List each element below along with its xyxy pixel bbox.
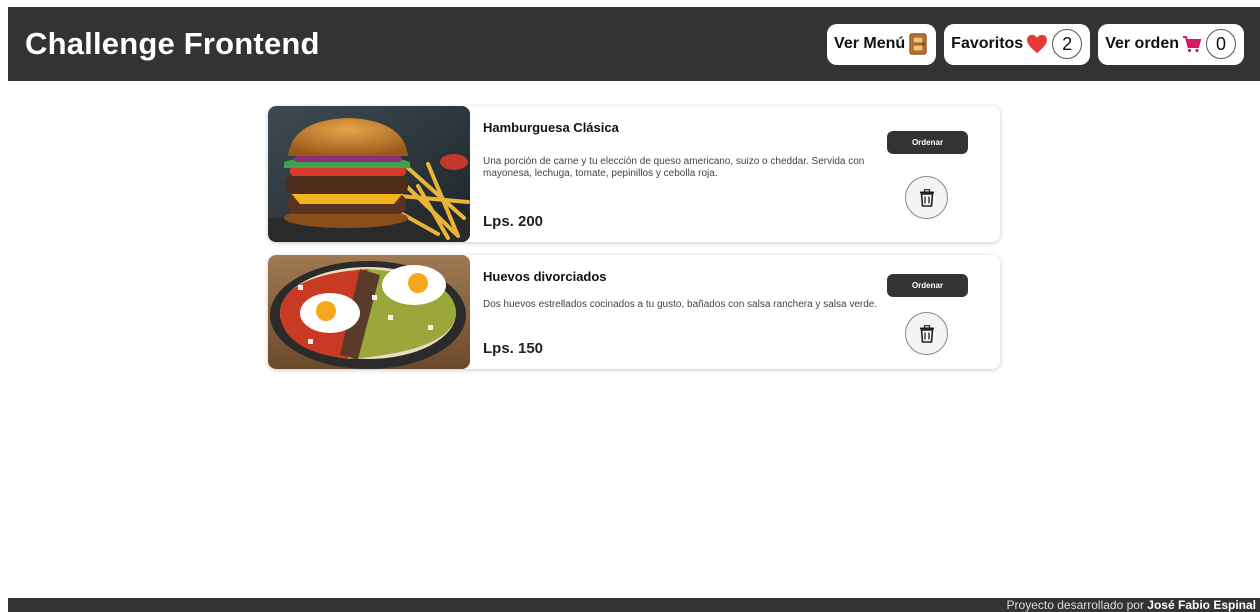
order-count-badge: 0 bbox=[1206, 29, 1236, 59]
product-info: Hamburguesa Clásica Una porción de carne… bbox=[470, 106, 878, 242]
footer-author: José Fabio Espinal bbox=[1147, 598, 1256, 612]
product-info: Huevos divorciados Dos huevos estrellado… bbox=[470, 255, 878, 369]
header-nav: Ver Menú Favoritos 2 Ver orden 0 bbox=[827, 23, 1244, 65]
order-button[interactable]: Ordenar bbox=[887, 274, 968, 297]
cart-icon bbox=[1182, 35, 1202, 53]
trash-icon bbox=[919, 324, 935, 343]
view-order-button-label: Ver orden bbox=[1105, 35, 1179, 52]
delete-button[interactable] bbox=[905, 176, 948, 219]
product-card: Huevos divorciados Dos huevos estrellado… bbox=[268, 255, 1000, 369]
menu-button-label: Ver Menú bbox=[834, 35, 906, 52]
product-list: Hamburguesa Clásica Una porción de carne… bbox=[268, 106, 1000, 382]
product-title: Huevos divorciados bbox=[483, 269, 607, 284]
brand-title: Challenge Frontend bbox=[25, 26, 320, 61]
trash-icon bbox=[919, 188, 935, 207]
product-actions: Ordenar bbox=[878, 106, 1000, 242]
favorites-button-label: Favoritos bbox=[951, 35, 1024, 52]
product-card: Hamburguesa Clásica Una porción de carne… bbox=[268, 106, 1000, 242]
product-description: Una porción de carne y tu elección de qu… bbox=[483, 156, 865, 179]
product-actions: Ordenar bbox=[878, 255, 1000, 369]
favorites-button[interactable]: Favoritos 2 bbox=[944, 23, 1091, 65]
product-price: Lps. 200 bbox=[483, 213, 544, 230]
favorites-count-badge: 2 bbox=[1052, 29, 1083, 59]
product-image-eggs bbox=[268, 255, 470, 369]
delete-button[interactable] bbox=[905, 312, 948, 355]
menu-button[interactable]: Ver Menú bbox=[827, 23, 937, 65]
view-order-button[interactable]: Ver orden 0 bbox=[1098, 23, 1244, 65]
app-footer: Proyecto desarrollado por José Fabio Esp… bbox=[8, 598, 1260, 612]
product-title: Hamburguesa Clásica bbox=[483, 120, 619, 135]
footer-text: Proyecto desarrollado por bbox=[1006, 598, 1148, 612]
product-price: Lps. 150 bbox=[483, 340, 544, 357]
door-icon bbox=[908, 33, 928, 55]
heart-icon bbox=[1026, 34, 1048, 54]
app-header: Challenge Frontend Ver Menú Favoritos 2 bbox=[8, 7, 1260, 81]
order-button[interactable]: Ordenar bbox=[887, 131, 968, 154]
product-description: Dos huevos estrellados cocinados a tu gu… bbox=[483, 299, 878, 310]
product-image-burger bbox=[268, 106, 470, 242]
